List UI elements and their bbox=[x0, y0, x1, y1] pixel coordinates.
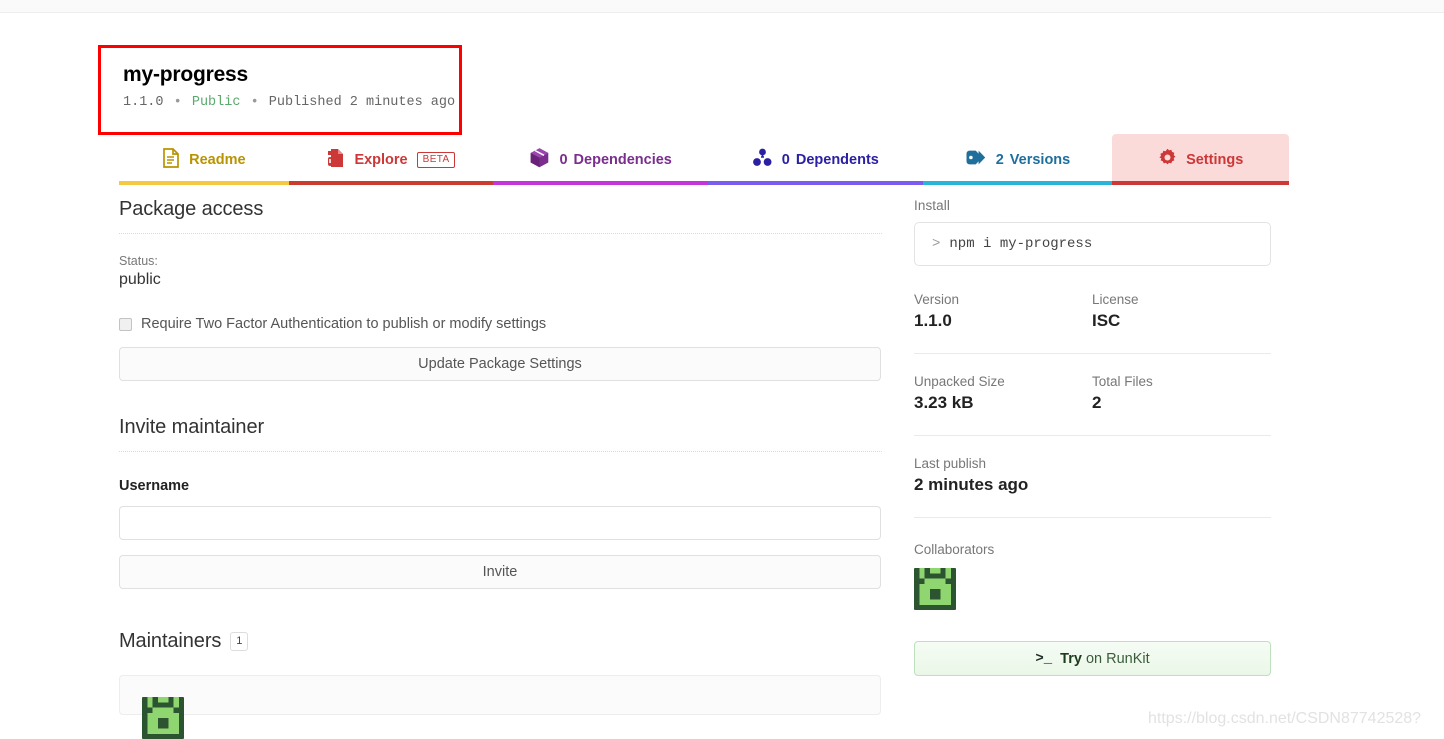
meta-separator-2: • bbox=[250, 95, 259, 110]
version-key: Version bbox=[914, 292, 960, 307]
total-files-value: 2 bbox=[1092, 393, 1102, 412]
collaborators-label: Collaborators bbox=[914, 542, 995, 557]
version-value: 1.1.0 bbox=[914, 311, 952, 330]
install-command-box[interactable]: > npm i my-progress bbox=[914, 222, 1271, 266]
invite-button[interactable]: Invite bbox=[119, 555, 881, 589]
package-header-annotated: my-progress 1.1.0 • Public • Published 2… bbox=[98, 45, 462, 135]
total-files-cell: Total Files 2 bbox=[1092, 374, 1270, 413]
npm-package-page: my-progress 1.1.0 • Public • Published 2… bbox=[0, 13, 1444, 739]
package-meta-line: 1.1.0 • Public • Published 2 minutes ago bbox=[123, 94, 459, 112]
maintainers-heading-row: Maintainers 1 bbox=[119, 630, 882, 653]
unpacked-size-key: Unpacked Size bbox=[914, 374, 1005, 389]
username-input[interactable] bbox=[119, 506, 881, 540]
published-time: Published 2 minutes ago bbox=[268, 95, 456, 110]
tab-readme[interactable]: Readme bbox=[119, 134, 289, 185]
package-version: 1.1.0 bbox=[123, 95, 164, 110]
package-access-heading: Package access bbox=[119, 198, 264, 220]
tab-settings-underline bbox=[1112, 181, 1290, 185]
settings-column: Package access Status: public Require Tw… bbox=[119, 198, 882, 739]
watermark-text: https://blog.csdn.net/CSDN87742528? bbox=[1148, 710, 1422, 727]
tab-versions[interactable]: 2 Versions bbox=[922, 134, 1113, 185]
unpacked-size-cell: Unpacked Size 3.23 kB bbox=[914, 374, 1092, 413]
tab-explore-underline bbox=[288, 181, 494, 185]
license-cell: License ISC bbox=[1092, 292, 1270, 331]
tab-dependents-label: Dependents bbox=[795, 151, 879, 168]
runkit-try-word: Try bbox=[1060, 650, 1082, 667]
license-key: License bbox=[1092, 292, 1139, 307]
try-on-runkit-button[interactable]: >_ Try on RunKit bbox=[914, 641, 1271, 676]
two-factor-label: Require Two Factor Authentication to pub… bbox=[141, 316, 547, 332]
unpacked-size-value: 3.23 kB bbox=[914, 393, 974, 412]
page-title: my-progress bbox=[123, 63, 249, 86]
invite-maintainer-heading: Invite maintainer bbox=[119, 416, 265, 438]
size-files-row: Unpacked Size 3.23 kB Total Files 2 bbox=[914, 374, 1272, 413]
two-factor-checkbox[interactable] bbox=[119, 317, 132, 331]
tab-versions-underline bbox=[922, 181, 1113, 185]
last-publish-key: Last publish bbox=[914, 456, 987, 471]
tab-explore-label: Explore bbox=[354, 151, 408, 168]
tab-dependencies[interactable]: 0 Dependencies bbox=[493, 134, 708, 185]
tab-dependents[interactable]: 0 Dependents bbox=[708, 134, 923, 185]
sidebar-divider-2 bbox=[914, 435, 1271, 436]
install-label: Install bbox=[914, 198, 950, 213]
dependents-nodes-icon bbox=[752, 148, 773, 171]
tab-readme-underline bbox=[119, 181, 289, 185]
runkit-button-label: Try on RunKit bbox=[1060, 651, 1149, 667]
tab-settings-label: Settings bbox=[1186, 151, 1244, 168]
version-cell: Version 1.1.0 bbox=[914, 292, 1092, 331]
status-value: public bbox=[119, 271, 161, 288]
package-access-divider bbox=[119, 233, 882, 234]
two-factor-row[interactable]: Require Two Factor Authentication to pub… bbox=[119, 316, 882, 332]
maintainer-identicon bbox=[142, 697, 184, 739]
tab-versions-label: Versions bbox=[1009, 151, 1071, 168]
tab-versions-count: 2 bbox=[995, 151, 1004, 168]
version-tag-icon bbox=[965, 149, 987, 170]
tab-dependents-underline bbox=[708, 181, 923, 185]
gear-settings-icon bbox=[1158, 148, 1177, 171]
maintainers-count-chip: 1 bbox=[230, 632, 249, 651]
browser-top-strip bbox=[0, 0, 1444, 13]
tab-explore[interactable]: Explore BETA bbox=[288, 134, 494, 185]
package-tab-bar: Readme Explore BETA 0 Dependencies 0 Dep… bbox=[119, 134, 1290, 185]
invite-maintainer-divider bbox=[119, 451, 882, 452]
tab-dependencies-label: Dependencies bbox=[573, 151, 672, 168]
tab-dependencies-count: 0 bbox=[559, 151, 568, 168]
package-sidebar: Install > npm i my-progress Version 1.1.… bbox=[914, 198, 1272, 676]
version-license-row: Version 1.1.0 License ISC bbox=[914, 292, 1272, 331]
runkit-rest-words: on RunKit bbox=[1081, 650, 1150, 667]
collaborator-identicon-avatar[interactable] bbox=[914, 568, 956, 610]
last-publish-cell: Last publish 2 minutes ago bbox=[914, 456, 1272, 495]
collaborators-section: Collaborators bbox=[914, 542, 1272, 610]
tab-dependencies-underline bbox=[493, 181, 708, 185]
sidebar-divider-1 bbox=[914, 353, 1271, 354]
maintainer-list-item[interactable] bbox=[119, 675, 881, 739]
package-cube-icon bbox=[529, 147, 550, 172]
license-value: ISC bbox=[1092, 311, 1121, 330]
terminal-cursor-icon: >_ bbox=[1035, 650, 1053, 667]
maintainers-heading: Maintainers bbox=[119, 630, 222, 652]
tab-settings[interactable]: Settings bbox=[1112, 134, 1290, 185]
install-command-text: npm i my-progress bbox=[949, 236, 1093, 252]
status-label: Status: bbox=[119, 254, 158, 268]
meta-separator-1: • bbox=[173, 95, 182, 110]
total-files-key: Total Files bbox=[1092, 374, 1153, 389]
beta-badge: BETA bbox=[416, 151, 455, 168]
readme-document-icon bbox=[162, 147, 180, 172]
tab-readme-label: Readme bbox=[189, 151, 246, 168]
terminal-prompt-icon: > bbox=[932, 236, 941, 252]
last-publish-value: 2 minutes ago bbox=[914, 475, 1029, 494]
update-package-settings-button[interactable]: Update Package Settings bbox=[119, 347, 881, 381]
username-label: Username bbox=[119, 478, 190, 494]
explore-file-icon bbox=[327, 148, 345, 172]
sidebar-divider-3 bbox=[914, 517, 1271, 518]
visibility-badge: Public bbox=[191, 95, 241, 110]
tab-dependents-count: 0 bbox=[781, 151, 790, 168]
